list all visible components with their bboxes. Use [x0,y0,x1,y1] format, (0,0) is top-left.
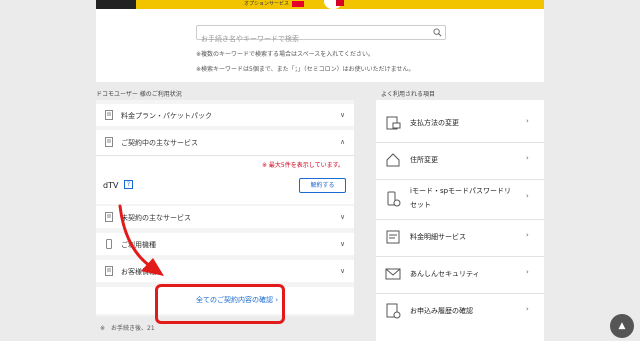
document-icon [105,212,113,222]
document-icon [105,110,113,120]
frequent-item-label: 住所変更 [410,156,438,164]
accordion-label: 料金プラン・パケットパック [121,112,212,120]
frequent-item-invoice[interactable]: 料金明細サービス › [376,219,544,256]
max-items-warning: ※ 最大5件を表示しています。 [262,162,344,169]
banner-service-text: オプションサービス [244,1,290,7]
search-icon[interactable] [433,28,442,37]
home-icon [386,153,400,167]
frequent-item-password-reset[interactable]: iモード・spモードパスワードリ セット › [376,179,544,219]
frequent-items-panel: 支払方法の変更 › 住所変更 › iモード・spモードパスワードリ セット › … [376,100,544,341]
payment-icon [386,116,401,130]
history-icon [386,303,401,319]
banner-image-dark [96,0,136,9]
frequent-item-label: 料金明細サービス [410,233,466,241]
frequent-item-security[interactable]: あんしんセキュリティ › [376,256,544,293]
chevron-right-icon: › [526,305,529,313]
accordion-uncontracted-services[interactable]: 未契約の主なサービス ∨ [96,206,354,228]
promo-banner[interactable]: オプションサービス [96,0,544,9]
divider [96,155,354,156]
frequent-item-label: あんしんセキュリティ [410,270,480,278]
accordion-device[interactable]: ご利用機種 ∨ [96,233,354,255]
accordion-plan[interactable]: 料金プラン・パケットパック ∨ [96,104,354,126]
help-icon[interactable]: ? [124,180,133,189]
banner-accent [336,0,344,6]
search-note: ※複数のキーワードで検索する場合はスペースを入れてください。 [196,51,374,58]
chevron-down-icon: ∨ [340,267,346,275]
chevron-right-icon: › [526,154,529,162]
search-box[interactable] [196,25,446,46]
accordion-label: ご利用機種 [121,241,156,249]
search-input[interactable] [197,32,433,46]
frequent-item-history[interactable]: お申込み履歴の確認 › [376,293,544,330]
invoice-icon [386,230,400,244]
chevron-down-icon: ∨ [340,213,346,221]
frequent-item-label: お申込み履歴の確認 [410,307,473,315]
accordion-label: お客様情報 [121,268,156,276]
search-note: ※検索キーワードは5個まで、また「；」（セミコロン）はお使いいただけません。 [196,66,415,73]
footnote: ※ お手続き後、21 [100,325,155,332]
accordion-label: ご契約中の主なサービス [121,139,198,147]
frequent-items-title: よく利用される項目 [381,91,436,98]
security-icon [385,268,401,280]
frequent-item-label: 支払方法の変更 [410,119,459,127]
cancel-button[interactable]: 解約する [299,178,346,193]
chevron-up-icon: ∧ [340,138,346,146]
chevron-right-icon: › [526,231,529,239]
frequent-item-payment[interactable]: 支払方法の変更 › [376,105,544,142]
frequent-item-label: iモード・spモードパスワードリ [410,187,512,195]
document-icon [105,266,113,276]
annotation-highlight-box [155,284,285,324]
banner-badge [292,1,304,7]
phone-icon [106,239,112,249]
chevron-right-icon: › [526,117,529,125]
accordion-label: 未契約の主なサービス [121,214,191,222]
chevron-right-icon: › [526,192,529,200]
frequent-item-label: セット [410,201,431,209]
chevron-down-icon: ∨ [340,111,346,119]
chevron-down-icon: ∨ [340,240,346,248]
frequent-item-address[interactable]: 住所変更 › [376,142,544,179]
scroll-to-top-button[interactable]: ▲ [610,314,634,338]
accordion-customer-info[interactable]: お客様情報 ∨ [96,260,354,282]
search-panel: ※複数のキーワードで検索する場合はスペースを入れてください。 ※検索キーワードは… [96,9,544,82]
document-icon [105,137,113,147]
usage-status-title: ドコモユーザー 様のご利用状況 [96,91,182,98]
chevron-right-icon: › [526,268,529,276]
service-name: dTV [103,181,119,190]
password-icon [387,191,401,207]
